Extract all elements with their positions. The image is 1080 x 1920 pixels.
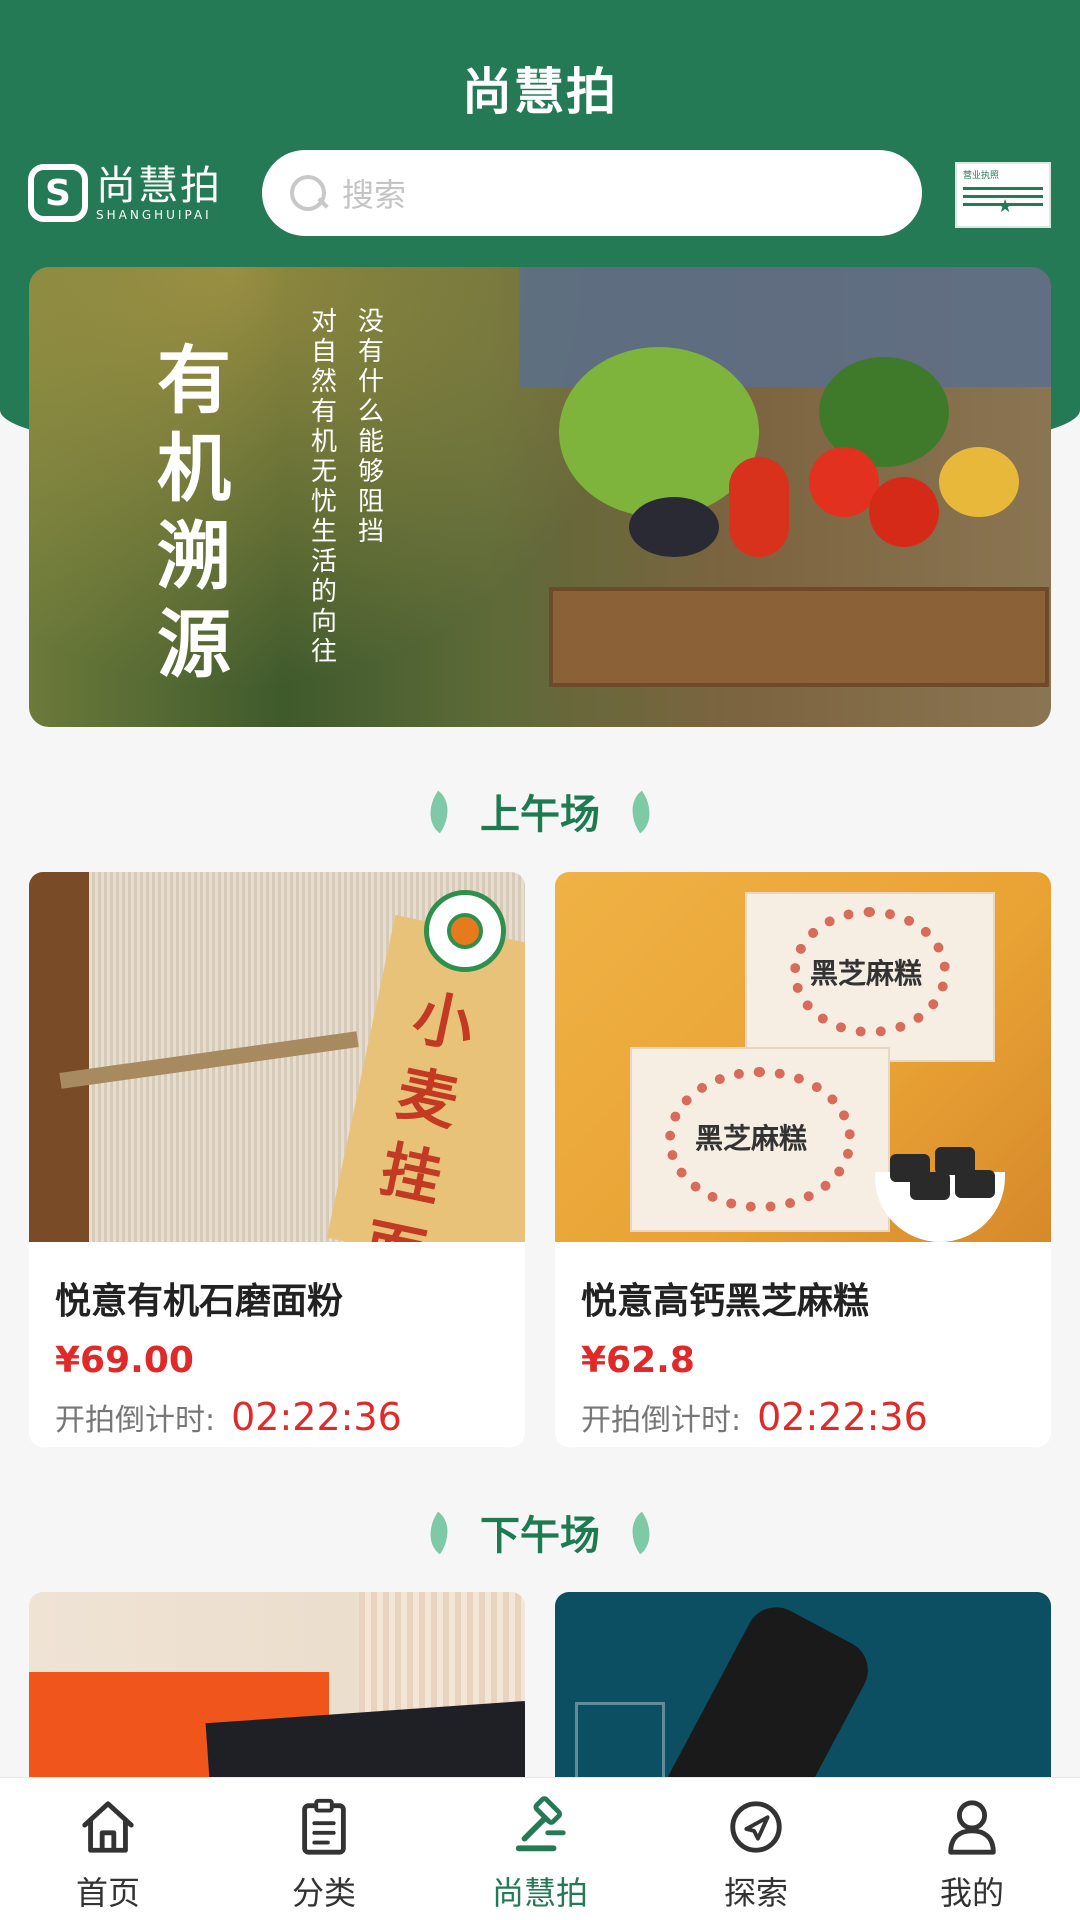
logo-mark-icon: S [28, 164, 88, 222]
section-title-afternoon: 下午场 [0, 1503, 1080, 1561]
logo-text-en: SHANGHUIPAI [96, 208, 212, 222]
tab-label: 首页 [75, 1874, 140, 1912]
product-card[interactable]: 黑芝麻糕 黑芝麻糕 悦意高钙黑芝麻糕 ¥62.8 开拍倒计时: 02:22:36 [555, 872, 1051, 1447]
section-title-text: 上午场 [480, 792, 600, 838]
tab-home[interactable]: 首页 [28, 1796, 188, 1914]
tab-category[interactable]: 分类 [244, 1796, 404, 1914]
logo-text-cn: 尚慧拍 [96, 163, 222, 209]
home-icon [82, 1801, 134, 1853]
star-icon: ★ [997, 196, 1014, 217]
leaf-icon [422, 791, 456, 831]
image-wood [29, 872, 89, 1242]
tab-label: 尚慧拍 [491, 1874, 588, 1912]
banner-title-char: 溯 [157, 514, 231, 600]
section-title-morning: 上午场 [0, 782, 1080, 840]
image-box-text: 黑芝麻糕 [810, 957, 923, 990]
banner-poem-line2: 对自然有机无忧生活的向往 [310, 307, 337, 667]
clipboard-icon [302, 1798, 346, 1855]
search-input[interactable]: 搜索 [262, 150, 922, 236]
product-image: 黑芝麻糕 黑芝麻糕 [555, 872, 1051, 1242]
leaf-icon [624, 791, 658, 831]
tab-auction[interactable]: 尚慧拍 [460, 1796, 620, 1914]
countdown-label: 开拍倒计时: [55, 1403, 216, 1438]
banner-tomato [869, 477, 939, 547]
product-price: ¥69.00 [55, 1340, 194, 1381]
search-placeholder: 搜索 [342, 176, 407, 214]
product-name: 悦意有机石磨面粉 [55, 1281, 344, 1322]
organic-badge-icon [424, 890, 506, 972]
image-cake [910, 1172, 950, 1200]
image-cake [955, 1170, 995, 1198]
banner-yellow-tomato [939, 447, 1019, 517]
leaf-icon [624, 1512, 658, 1552]
tab-label: 分类 [291, 1874, 356, 1912]
bottom-tab-bar: 首页 分类 尚慧拍 探索 我的 [0, 1777, 1080, 1920]
countdown: 开拍倒计时: 02:22:36 [55, 1395, 525, 1439]
compass-icon [730, 1801, 782, 1853]
image-twine [59, 1031, 359, 1089]
leaf-icon [422, 1512, 456, 1552]
gavel-icon [515, 1796, 566, 1852]
banner-title-char: 机 [157, 426, 231, 512]
logo-text: 尚慧拍 SHANGHUIPAI [96, 164, 222, 222]
banner-title-char: 源 [157, 602, 231, 688]
countdown-time: 02:22:36 [231, 1395, 402, 1439]
tab-explore[interactable]: 探索 [676, 1796, 836, 1914]
banner-pepper [729, 457, 789, 557]
banner-poem-line1: 没有什么能够阻挡 [357, 307, 384, 547]
search-icon [288, 173, 328, 213]
banner-title-char: 有 [157, 338, 231, 424]
section-title-text: 下午场 [480, 1513, 600, 1559]
product-image: 小麦挂面 [29, 872, 525, 1242]
banner-title: 有 机 溯 源 [149, 337, 239, 689]
countdown-label: 开拍倒计时: [581, 1403, 742, 1438]
app-logo[interactable]: S 尚慧拍 SHANGHUIPAI [28, 162, 233, 224]
countdown: 开拍倒计时: 02:22:36 [581, 1395, 1051, 1439]
banner-crate [549, 587, 1049, 687]
countdown-time: 02:22:36 [757, 1395, 928, 1439]
tab-label: 我的 [939, 1874, 1004, 1912]
license-label: 营业执照 [963, 171, 1000, 181]
product-name: 悦意高钙黑芝麻糕 [581, 1281, 870, 1322]
product-card[interactable]: 小麦挂面 悦意有机石磨面粉 ¥69.00 开拍倒计时: 02:22:36 [29, 872, 525, 1447]
image-box-text: 黑芝麻糕 [695, 1122, 808, 1155]
page-title: 尚慧拍 [462, 63, 618, 121]
banner-eggplant [629, 497, 719, 557]
business-license-button[interactable]: 营业执照 ★ [955, 162, 1051, 228]
tab-mine[interactable]: 我的 [892, 1796, 1052, 1914]
user-icon [948, 1800, 996, 1855]
tab-label: 探索 [723, 1874, 788, 1912]
product-price: ¥62.8 [581, 1340, 695, 1381]
promo-banner[interactable]: 有 机 溯 源 没有什么能够阻挡 对自然有机无忧生活的向往 [29, 267, 1051, 727]
